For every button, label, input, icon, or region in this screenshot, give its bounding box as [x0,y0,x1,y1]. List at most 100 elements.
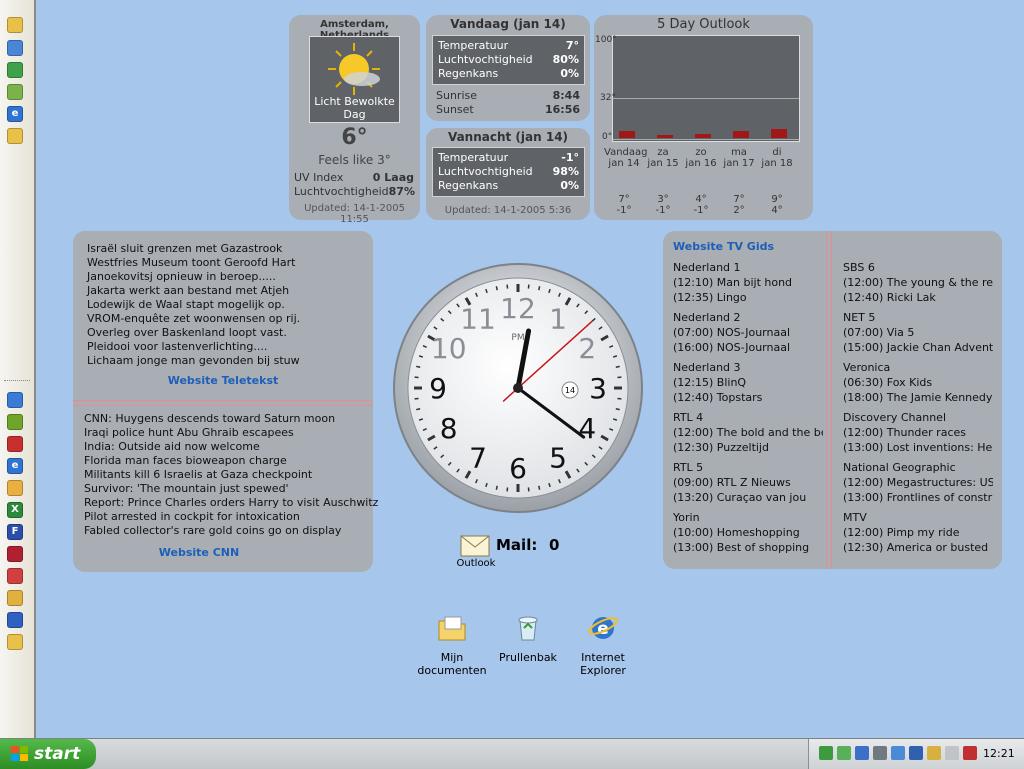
tv-show[interactable]: (12:40) Topstars [673,390,823,405]
system-tray: 12:21 [808,739,1024,769]
news-item[interactable]: Militants kill 6 Israelis at Gaza checkp… [84,468,378,482]
tv-show[interactable]: (12:30) Puzzeltijd [673,440,823,455]
tv-show[interactable]: (09:00) RTL Z Nieuws [673,475,823,490]
news-item[interactable]: India: Outside aid now welcome [84,440,378,454]
news-item[interactable]: CNN: Huygens descends toward Saturn moon [84,412,378,426]
tv-show[interactable]: (13:20) Curaçao van jou [673,490,823,505]
network-icon[interactable] [909,746,923,760]
folder-icon[interactable] [7,128,23,144]
mail-label: Mail: [496,536,537,554]
desktop-icon-internet-explorer[interactable]: e Internet Explorer [563,612,643,677]
computer-icon[interactable] [7,40,23,56]
tv-show[interactable]: (12:00) The young & the restle [843,275,993,290]
tv-show[interactable]: (12:00) Pimp my ride [843,525,993,540]
recycle-bin-icon [512,612,544,644]
folder-icon[interactable] [7,17,23,33]
tv-show[interactable]: (18:00) The Jamie Kennedy exp [843,390,993,405]
tray-icon[interactable] [891,746,905,760]
tv-show[interactable]: (13:00) Frontlines of constructi [843,490,993,505]
pencil-icon[interactable] [7,590,23,606]
news-item[interactable]: Jakarta werkt aan bestand met Atjeh [87,284,300,298]
app-icon[interactable] [7,414,23,430]
news-item[interactable]: Lodewijk de Waal stapt mogelijk op. [87,298,300,312]
news-item[interactable]: Pleidooi voor lastenverlichting.... [87,340,300,354]
app-icon[interactable] [7,436,23,452]
tonight-details: Temperatuur-1° Luchtvochtigheid98% Regen… [432,147,585,197]
tv-show[interactable]: (12:15) BlinQ [673,375,823,390]
tray-icon[interactable] [837,746,851,760]
news-item[interactable]: Westfries Museum toont Geroofd Hart [87,256,300,270]
tv-show[interactable]: (12:35) Lingo [673,290,823,305]
ftp-icon[interactable]: F [7,524,23,540]
app-icon[interactable] [7,568,23,584]
news-item[interactable]: Overleg over Baskenland loopt vast. [87,326,300,340]
network-icon[interactable] [7,62,23,78]
mail-widget[interactable]: Mail: 0 Outlook [456,534,576,574]
news-item[interactable]: Iraqi police hunt Abu Ghraib escapees [84,426,378,440]
tv-column-right: SBS 6(12:00) The young & the restle(12:4… [843,260,993,560]
clock-tick [416,409,420,410]
shield-icon[interactable] [7,546,23,562]
tv-show[interactable]: (13:00) Lost inventions: Hellfire [843,440,993,455]
news-item[interactable]: VROM-enquête zet woonwensen op rij. [87,312,300,326]
clock-tick [496,486,497,490]
app-icon[interactable] [7,392,23,408]
clock-numeral: 12 [500,292,536,325]
tonight-title: Vannacht (jan 14) [426,130,590,144]
tv-show[interactable]: (13:00) Best of shopping [673,540,823,555]
channel-name: Yorin [673,510,823,525]
quick-launch-bar: e e X F [0,0,36,738]
news-item[interactable]: Survivor: 'The mountain just spewed' [84,482,378,496]
outlook-title: 5 Day Outlook [594,17,813,32]
outlook-bar [619,131,635,138]
tv-show[interactable]: (12:40) Ricki Lak [843,290,993,305]
media-icon[interactable] [7,84,23,100]
teletekst-link[interactable]: Website Teletekst [73,374,373,387]
outlook-day: zajan 15 [644,147,682,169]
news-item[interactable]: Pilot arrested in cockpit for intoxicati… [84,510,378,524]
news-item[interactable]: Report: Prince Charles orders Harry to v… [84,496,378,510]
desktop-icon-recycle-bin[interactable]: Prullenbak [488,612,568,664]
tv-guide-link[interactable]: Website TV Gids [673,240,774,253]
news-item[interactable]: Janoekovitsj opnieuw in beroep..... [87,270,300,284]
clock-numeral: 11 [460,303,496,336]
internet-explorer-icon[interactable]: e [7,106,23,122]
tv-show[interactable]: (12:00) Thunder races [843,425,993,440]
outlook-bar [695,134,711,138]
tv-show[interactable]: (10:00) Homeshopping [673,525,823,540]
internet-explorer-icon[interactable]: e [7,458,23,474]
cnn-link[interactable]: Website CNN [73,546,325,559]
tv-show[interactable]: (12:00) The bold and the beaut [673,425,823,440]
tv-show[interactable]: (12:10) Man bijt hond [673,275,823,290]
cnn-list: CNN: Huygens descends toward Saturn moon… [84,412,378,538]
tv-show[interactable]: (07:00) NOS-Journaal [673,325,823,340]
news-item[interactable]: Lichaam jonge man gevonden bij stuw [87,354,300,368]
tv-show[interactable]: (12:00) Megastructures: USS R [843,475,993,490]
excel-icon[interactable]: X [7,502,23,518]
start-button[interactable]: start [0,739,96,769]
tray-icon[interactable] [945,746,959,760]
icon-label-line: Mijn [412,651,492,664]
news-item[interactable]: Fabled collector's rare gold coins go on… [84,524,378,538]
low-temp: -1° [682,205,720,216]
current-weather-panel: Amsterdam, Netherlands Licht Bewolkte Da… [289,15,420,220]
folder-icon[interactable] [7,634,23,650]
media-player-icon[interactable] [7,612,23,628]
tray-icon[interactable] [855,746,869,760]
tv-show[interactable]: (06:30) Fox Kids [843,375,993,390]
today-details: Temperatuur7° Luchtvochtigheid80% Regenk… [432,35,585,85]
news-item[interactable]: Israël sluit grenzen met Gazastrook [87,242,300,256]
taskbar-clock[interactable]: 12:21 [983,747,1015,760]
desktop-icon-my-documents[interactable]: Mijn documenten [412,612,492,677]
tv-show[interactable]: (12:30) America or busted [843,540,993,555]
tv-show[interactable]: (15:00) Jackie Chan Adventure [843,340,993,355]
tray-icon[interactable] [873,746,887,760]
tray-icon[interactable] [819,746,833,760]
tv-show[interactable]: (07:00) Via 5 [843,325,993,340]
rain-label: Regenkans [438,67,498,81]
archive-icon[interactable] [7,480,23,496]
flag-icon[interactable] [963,746,977,760]
news-item[interactable]: Florida man faces bioweapon charge [84,454,378,468]
tray-icon[interactable] [927,746,941,760]
tv-show[interactable]: (16:00) NOS-Journaal [673,340,823,355]
